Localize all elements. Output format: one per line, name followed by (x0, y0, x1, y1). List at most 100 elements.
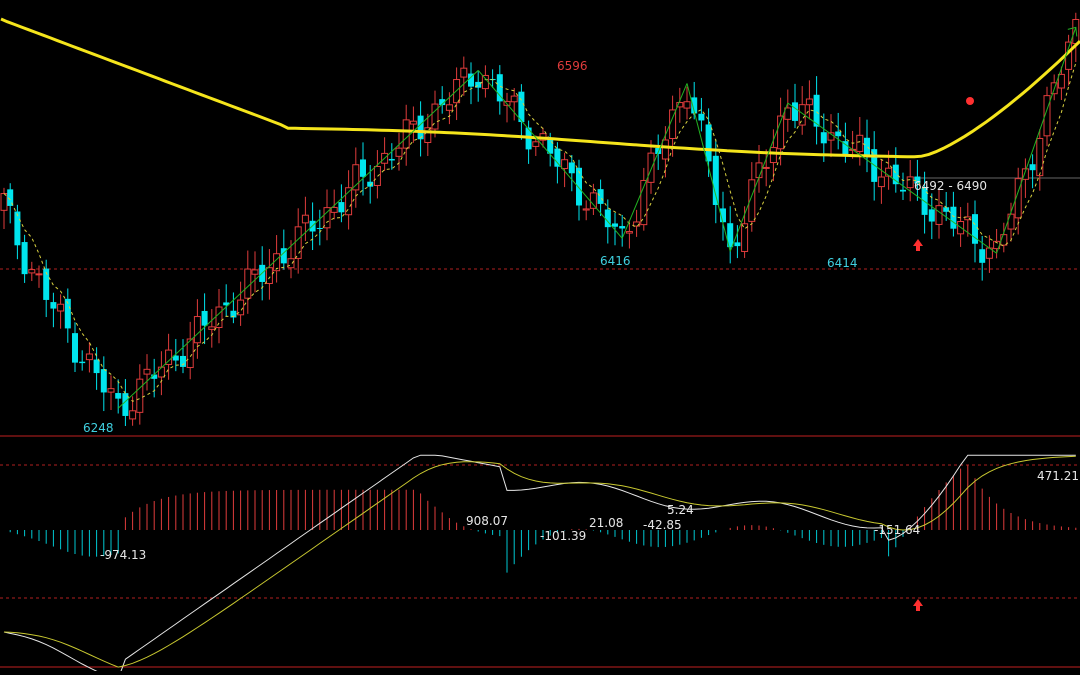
candle-body (906, 176, 914, 189)
candle-body (792, 102, 798, 121)
candle-body (762, 166, 770, 169)
candle-body (734, 242, 741, 247)
candle-body (1007, 213, 1015, 230)
candle-body (518, 91, 525, 123)
candle-body (445, 104, 453, 111)
candle-body (143, 368, 151, 375)
candle-body (35, 273, 43, 276)
macd-value-label-8: 471.21 (1037, 469, 1079, 483)
macd-value-label-5: -42.85 (643, 518, 682, 532)
candle-body (129, 410, 137, 420)
candle-body (85, 353, 93, 361)
candle-body (805, 98, 813, 106)
candle-body (251, 269, 259, 275)
price-low-label-2: 6416 (600, 254, 631, 268)
candle-body (100, 369, 107, 393)
candle-body (510, 95, 518, 103)
candle-body (294, 226, 302, 259)
candle-body (50, 302, 57, 309)
candle-body (460, 67, 468, 78)
candle-body (900, 189, 906, 192)
candle-body (619, 226, 626, 229)
candle-body (409, 120, 417, 125)
candle-body (93, 359, 100, 374)
candle-body (698, 113, 705, 121)
red-dot-marker (966, 97, 974, 105)
candle-body (950, 206, 957, 229)
candle-body (21, 242, 28, 275)
candle-body (755, 162, 763, 179)
candle-body (201, 310, 208, 326)
candle-body (352, 164, 360, 191)
candle-body (338, 202, 345, 213)
candle-body (107, 388, 115, 393)
candle-body (683, 101, 691, 109)
candle-body (612, 223, 618, 227)
candle-body (301, 214, 309, 224)
macd-value-label-4: 21.08 (589, 516, 623, 530)
candle-body (481, 74, 489, 90)
candle-body (287, 258, 295, 269)
candle-body (669, 109, 677, 139)
candle-body (979, 249, 986, 263)
macd-value-label-7: -151.64 (874, 523, 920, 537)
candle-body (1029, 164, 1036, 171)
candle-body (864, 137, 870, 155)
candle-body (157, 366, 165, 378)
candle-body (935, 205, 943, 225)
candle-body (0, 193, 8, 211)
candle-body (589, 192, 597, 209)
candle-body (1036, 137, 1044, 177)
candle-body (79, 361, 86, 364)
macd-value-label-1: -974.13 (100, 548, 146, 562)
candle-body (244, 268, 252, 299)
candle-body (647, 152, 655, 183)
candle-body (625, 231, 633, 234)
candle-body (316, 228, 323, 230)
candle-body (180, 355, 186, 367)
candle-body (186, 338, 194, 369)
candle-body (265, 267, 273, 284)
candle-body (417, 115, 424, 140)
candle-body (568, 162, 575, 174)
candle-body (388, 158, 395, 161)
candle-body (597, 189, 604, 204)
candle-body (769, 147, 777, 164)
candle-body (877, 176, 885, 188)
candle-body (554, 148, 561, 167)
candle-body (712, 155, 719, 205)
candle-body (395, 147, 403, 157)
candlestick-chart: 6596 6248 6416 6414 6492 - 6490 -974.13 … (0, 0, 1080, 675)
macd-value-label-3: -101.39 (540, 529, 586, 543)
candle-body (705, 124, 712, 162)
candle-body (856, 134, 864, 152)
candle-body (208, 326, 216, 330)
price-low-label-1: 6248 (83, 421, 114, 435)
candle-body (14, 211, 21, 246)
candle-body (561, 159, 569, 170)
price-range-label: 6492 - 6490 (914, 179, 987, 193)
candle-body (835, 131, 842, 137)
candle-body (576, 167, 582, 206)
macd-value-label-2: 908.07 (466, 514, 508, 528)
candle-body (193, 316, 201, 344)
candle-body (215, 306, 223, 329)
candle-body (820, 132, 827, 144)
candle-body (136, 378, 144, 413)
price-low-label-3: 6414 (827, 256, 858, 270)
chart-canvas: 6596 6248 6416 6414 6492 - 6490 -974.13 … (0, 0, 1080, 675)
candle-body (57, 303, 65, 312)
candle-body (28, 269, 36, 274)
candle-body (582, 208, 590, 211)
chart-background (0, 0, 1080, 671)
candle-body (928, 209, 935, 222)
macd-value-label-6: 5.24 (667, 503, 694, 517)
candle-body (72, 333, 78, 363)
price-high-label: 6596 (557, 59, 588, 73)
candle-body (532, 141, 540, 147)
candle-body (115, 393, 122, 399)
candle-body (360, 159, 366, 177)
candle-body (402, 119, 410, 149)
candle-body (330, 206, 338, 213)
candle-body (661, 139, 669, 160)
